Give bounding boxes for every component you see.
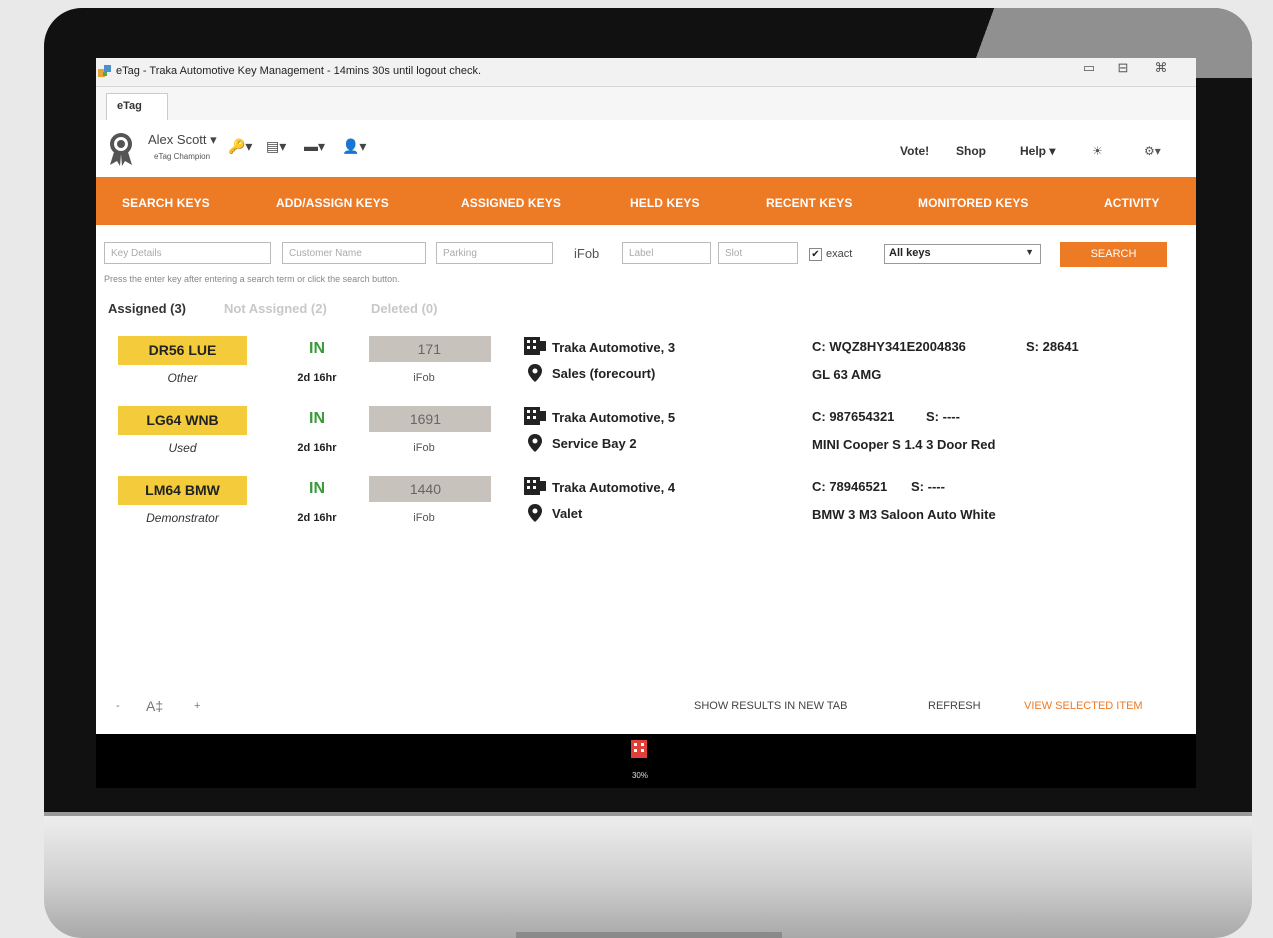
- vehicle-description: BMW 3 M3 Saloon Auto White: [812, 507, 996, 522]
- tab-deleted[interactable]: Deleted (0): [371, 301, 437, 316]
- search-hint: Press the enter key after entering a sea…: [104, 274, 400, 284]
- refresh-button[interactable]: REFRESH: [928, 700, 981, 712]
- key-details-input[interactable]: [104, 242, 271, 264]
- location-name: Valet: [552, 506, 583, 521]
- shop-link[interactable]: Shop: [956, 144, 986, 158]
- stock-number: S: ----: [911, 479, 945, 494]
- app-icon: [98, 65, 111, 77]
- site-name: Traka Automotive, 3: [552, 340, 676, 355]
- label-input[interactable]: [622, 242, 711, 264]
- site-name: Traka Automotive, 5: [552, 410, 676, 425]
- fob-type: iFob: [413, 442, 435, 454]
- title-bar: eTag - Traka Automotive Key Management -…: [96, 58, 1196, 87]
- help-menu[interactable]: Help ▾: [1020, 144, 1055, 158]
- nav-recent-keys[interactable]: RECENT KEYS: [766, 196, 852, 210]
- show-results-new-tab-button[interactable]: SHOW RESULTS IN NEW TAB: [694, 700, 847, 712]
- chevron-down-icon: ▼: [1025, 247, 1034, 257]
- ifob-label: iFob: [574, 246, 600, 261]
- slot-input[interactable]: [718, 242, 798, 264]
- duration: 2d 16hr: [297, 372, 337, 384]
- stock-number: S: 28641: [1026, 339, 1079, 354]
- vehicle-description: GL 63 AMG: [812, 367, 882, 382]
- maximize-button[interactable]: ⊟: [1108, 58, 1138, 78]
- exact-label: exact: [826, 248, 853, 260]
- building-icon: [524, 407, 546, 425]
- app-window: eTag - Traka Automotive Key Management -…: [96, 58, 1196, 788]
- minimize-button[interactable]: ▭: [1074, 58, 1104, 78]
- status-indicator: IN: [309, 480, 325, 497]
- fob-type: iFob: [413, 512, 435, 524]
- settings-icon[interactable]: ⚙▾: [1144, 144, 1161, 158]
- building-icon: [524, 337, 546, 355]
- user-role: eTag Champion: [154, 152, 211, 161]
- location-name: Sales (forecourt): [552, 366, 656, 381]
- chassis-number: C: WQZ8HY341E2004836: [812, 339, 966, 354]
- tab-not-assigned[interactable]: Not Assigned (2): [224, 301, 327, 316]
- status-indicator: IN: [309, 340, 325, 357]
- nav-search-keys[interactable]: SEARCH KEYS: [122, 196, 210, 210]
- plate-badge: LG64 WNB: [118, 406, 247, 435]
- chassis-number: C: 987654321: [812, 409, 895, 424]
- status-indicator: IN: [309, 410, 325, 427]
- tab-etag[interactable]: eTag: [106, 93, 168, 120]
- user-toolbar: Alex Scott ▾ eTag Champion 🔑▾ ▤▾ ▬▾ 👤▾ V…: [96, 120, 1196, 177]
- person-icon[interactable]: 👤▾: [342, 138, 366, 155]
- nav-held-keys[interactable]: HELD KEYS: [630, 196, 700, 210]
- nav-activity[interactable]: ACTIVITY: [1104, 196, 1159, 210]
- building-icon[interactable]: ▤▾: [266, 138, 286, 155]
- chin-edge: [44, 812, 1252, 816]
- parking-input[interactable]: [436, 242, 553, 264]
- nav-add-assign-keys[interactable]: ADD/ASSIGN KEYS: [276, 196, 389, 210]
- customer-name-input[interactable]: [282, 242, 426, 264]
- view-selected-item-button[interactable]: VIEW SELECTED ITEM: [1024, 700, 1143, 712]
- vote-link[interactable]: Vote!: [900, 144, 929, 158]
- key-type: Demonstrator: [146, 511, 219, 525]
- location-pin-icon: [528, 364, 542, 382]
- nav-assigned-keys[interactable]: ASSIGNED KEYS: [461, 196, 561, 210]
- award-icon: [110, 133, 132, 166]
- duration: 2d 16hr: [297, 512, 337, 524]
- key-filter-select[interactable]: All keys ▼: [884, 244, 1041, 264]
- close-button[interactable]: ⌘: [1146, 58, 1176, 78]
- vehicle-description: MINI Cooper S 1.4 3 Door Red: [812, 437, 996, 452]
- search-button[interactable]: SEARCH: [1060, 242, 1167, 267]
- fob-number: 1691: [369, 406, 491, 432]
- nav-monitored-keys[interactable]: MONITORED KEYS: [918, 196, 1029, 210]
- font-size-icon: A‡: [146, 698, 164, 714]
- key-type: Used: [168, 441, 197, 455]
- building-icon[interactable]: [631, 740, 647, 758]
- location-name: Service Bay 2: [552, 436, 637, 451]
- monitor-chin: [44, 812, 1252, 938]
- tab-assigned[interactable]: Assigned (3): [108, 301, 186, 316]
- location-pin-icon: [528, 504, 542, 522]
- fob-number: 171: [369, 336, 491, 362]
- font-decrease-button[interactable]: -: [116, 700, 120, 712]
- key-icon[interactable]: 🔑▾: [228, 138, 252, 155]
- fob-icon[interactable]: ▬▾: [304, 138, 325, 155]
- site-name: Traka Automotive, 4: [552, 480, 676, 495]
- font-increase-button[interactable]: +: [194, 700, 200, 712]
- building-icon: [524, 477, 546, 495]
- location-pin-icon: [528, 434, 542, 452]
- light-icon[interactable]: ☀: [1092, 144, 1103, 158]
- plate-badge: DR56 LUE: [118, 336, 247, 365]
- duration: 2d 16hr: [297, 442, 337, 454]
- exact-checkbox[interactable]: ✔: [809, 248, 822, 261]
- taskbar-label: 30%: [631, 771, 648, 780]
- chassis-number: C: 78946521: [812, 479, 888, 494]
- fob-type: iFob: [413, 372, 435, 384]
- key-filter-value: All keys: [889, 247, 931, 259]
- key-type: Other: [167, 371, 198, 385]
- monitor-stand: [516, 932, 782, 938]
- stock-number: S: ----: [926, 409, 960, 424]
- user-name[interactable]: Alex Scott ▾: [148, 132, 217, 148]
- main-nav: SEARCH KEYS ADD/ASSIGN KEYS ASSIGNED KEY…: [96, 177, 1196, 225]
- plate-badge: LM64 BMW: [118, 476, 247, 505]
- fob-number: 1440: [369, 476, 491, 502]
- taskbar: 30%: [96, 734, 1196, 788]
- tab-strip: eTag: [96, 87, 1196, 121]
- window-title: eTag - Traka Automotive Key Management -…: [116, 65, 482, 77]
